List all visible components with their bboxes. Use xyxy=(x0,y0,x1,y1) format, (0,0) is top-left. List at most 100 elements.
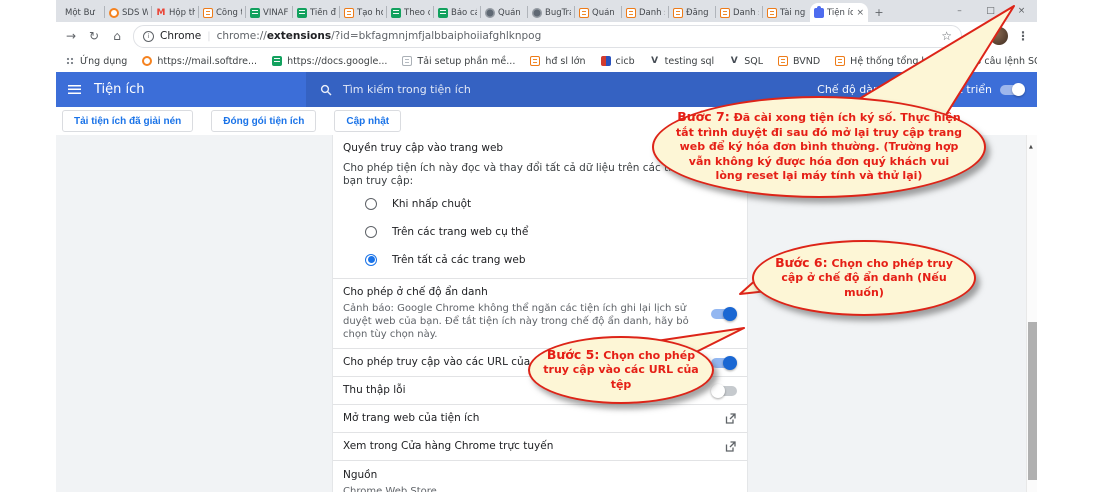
tab[interactable]: Tiến độ xyxy=(293,3,340,22)
bookmark-item[interactable]: testing sql xyxy=(650,56,715,67)
extensions-page-body: Quyền truy cập vào trang web Cho phép ti… xyxy=(56,135,1037,492)
tab[interactable]: Báo cáo xyxy=(434,3,481,22)
tab[interactable]: Một Bư xyxy=(58,3,105,22)
tab[interactable]: Công ty xyxy=(199,3,246,22)
developer-buttons-row: Tải tiện ích đã giải nén Đóng gói tiện í… xyxy=(56,107,1037,136)
tab-title: Báo cáo xyxy=(451,8,477,18)
bookmark-item[interactable]: https://docs.google... xyxy=(272,56,387,67)
bookmark-star-icon[interactable]: ☆ xyxy=(941,29,952,43)
window-close-button[interactable]: × xyxy=(1006,0,1037,22)
page-info-icon[interactable]: i xyxy=(143,31,154,42)
sheet-favicon-icon xyxy=(250,8,260,18)
tab[interactable]: Hộp thư xyxy=(152,3,199,22)
bookmark-label: https://mail.softdre... xyxy=(157,56,257,67)
home-icon[interactable]: ⌂ xyxy=(110,29,124,43)
hamburger-menu-icon[interactable] xyxy=(68,85,81,94)
at-favicon-icon xyxy=(954,56,964,66)
error-collection-toggle[interactable] xyxy=(711,386,737,396)
scrollbar-up-icon[interactable]: ▲ xyxy=(1029,144,1033,150)
search-icon xyxy=(320,84,332,96)
bookmark-item[interactable]: BVND xyxy=(778,56,820,67)
radio-icon[interactable] xyxy=(365,254,377,266)
doc-orange-favicon-icon xyxy=(720,8,730,18)
tab-title: Hộp thư xyxy=(169,8,195,18)
tab-title: Công ty xyxy=(216,8,242,18)
bookmark-item[interactable]: https://mail.softdre... xyxy=(142,56,257,67)
bookmark-item[interactable]: Ứng dụng xyxy=(66,56,127,67)
bookmark-label: SQL xyxy=(744,56,763,67)
tab[interactable]: BugTra xyxy=(528,3,575,22)
reload-icon[interactable]: ↻ xyxy=(87,29,101,43)
bookmark-item[interactable]: Tải setup phần mề... xyxy=(402,56,515,67)
tab-active[interactable]: Tiện ích× xyxy=(810,3,868,22)
view-in-store-row[interactable]: Xem trong Cửa hàng Chrome trực tuyến xyxy=(333,432,747,460)
pack-extension-button[interactable]: Đóng gói tiện ích xyxy=(211,110,316,132)
tab[interactable]: Danh sá xyxy=(622,3,669,22)
tab[interactable]: Quản lý xyxy=(481,3,528,22)
bookmark-item[interactable]: Hệ thống tổng hợp xyxy=(835,56,939,67)
browser-menu-icon[interactable]: ⋮ xyxy=(1017,29,1029,43)
tab[interactable]: Theo dõ xyxy=(387,3,434,22)
radio-icon[interactable] xyxy=(365,226,377,238)
extensions-header: Tiện ích Tìm kiếm trong tiện ích Chế độ … xyxy=(56,72,1037,107)
bookmark-label: Ứng dụng xyxy=(80,56,127,67)
incognito-warning: Cảnh báo: Google Chrome không thể ngăn c… xyxy=(343,302,697,341)
bookmark-item[interactable]: 13 câu lệnh SQL qu... xyxy=(954,56,1037,67)
radio-label: Trên các trang web cụ thể xyxy=(392,226,528,238)
tab[interactable]: SDS We xyxy=(105,3,152,22)
toggle-knob xyxy=(723,356,737,370)
source-row: Nguồn Chrome Web Store xyxy=(333,460,747,492)
tab[interactable]: Danh sá xyxy=(716,3,763,22)
error-collection-row: Thu thập lỗi xyxy=(333,376,747,404)
tab[interactable]: Tài ngu xyxy=(763,3,810,22)
extension-puzzle-icon[interactable] xyxy=(971,31,981,41)
window-minimize-button[interactable]: – xyxy=(944,0,975,22)
scrollbar-thumb[interactable] xyxy=(1028,322,1037,480)
profile-avatar[interactable] xyxy=(990,27,1008,45)
doc-orange-favicon-icon xyxy=(767,8,777,18)
file-urls-toggle[interactable] xyxy=(711,358,737,368)
bookmark-label: BVND xyxy=(793,56,820,67)
incognito-toggle[interactable] xyxy=(711,309,737,319)
tab[interactable]: Quản lý xyxy=(575,3,622,22)
radio-option-on-click[interactable]: Khi nhấp chuột xyxy=(343,191,737,216)
cicb-favicon-icon xyxy=(601,56,611,66)
open-website-label: Mở trang web của tiện ích xyxy=(343,412,724,425)
forward-icon[interactable]: → xyxy=(64,29,78,43)
page-scrollbar[interactable]: ▲ xyxy=(1026,135,1037,492)
tab-title: Danh sá xyxy=(733,8,759,18)
url-text: chrome://extensions/?id=bkfagmnjmfjalbba… xyxy=(217,30,936,42)
tab[interactable]: VINAFR xyxy=(246,3,293,22)
site-access-description: Cho phép tiện ích này đọc và thay đổi tấ… xyxy=(343,162,737,188)
sheet-favicon-icon xyxy=(272,56,282,66)
apps-favicon-icon xyxy=(66,57,75,66)
radio-icon[interactable] xyxy=(365,198,377,210)
tab-title: Tài ngu xyxy=(780,8,806,18)
bookmark-label: hđ sl lớn xyxy=(545,56,585,67)
radio-option-specific-sites[interactable]: Trên các trang web cụ thể xyxy=(343,219,737,244)
update-button[interactable]: Cập nhật xyxy=(334,110,401,132)
browser-toolbar: → ↻ ⌂ i Chrome | chrome://extensions/?id… xyxy=(56,22,1037,50)
tab[interactable]: Tạo hóa xyxy=(340,3,387,22)
tab-title: Quản lý xyxy=(498,8,524,18)
window-restore-button[interactable]: □ xyxy=(975,0,1006,22)
radio-label: Trên tất cả các trang web xyxy=(392,254,526,266)
bookmark-label: testing sql xyxy=(665,56,715,67)
gmail-favicon-icon xyxy=(156,8,166,18)
tab-list: Một BưSDS WeHộp thưCông tyVINAFRTiến độT… xyxy=(56,0,868,22)
tab[interactable]: Đăng nh xyxy=(669,3,716,22)
bookmark-item[interactable]: SQL xyxy=(729,56,763,67)
new-tab-button[interactable]: + xyxy=(868,3,890,22)
developer-mode-toggle[interactable] xyxy=(1000,85,1025,95)
tab-title: Một Bư xyxy=(65,8,101,18)
bookmark-item[interactable]: hđ sl lớn xyxy=(530,56,585,67)
view-in-store-label: Xem trong Cửa hàng Chrome trực tuyến xyxy=(343,440,724,453)
tab-close-icon[interactable]: × xyxy=(856,8,864,18)
radio-option-all-sites[interactable]: Trên tất cả các trang web xyxy=(343,247,737,272)
toggle-knob xyxy=(723,307,737,321)
address-bar[interactable]: i Chrome | chrome://extensions/?id=bkfag… xyxy=(133,25,962,48)
extensions-search-input[interactable]: Tìm kiếm trong tiện ích xyxy=(306,72,906,107)
open-website-row[interactable]: Mở trang web của tiện ích xyxy=(333,404,747,432)
load-unpacked-button[interactable]: Tải tiện ích đã giải nén xyxy=(62,110,193,132)
bookmark-item[interactable]: cicb xyxy=(601,56,635,67)
